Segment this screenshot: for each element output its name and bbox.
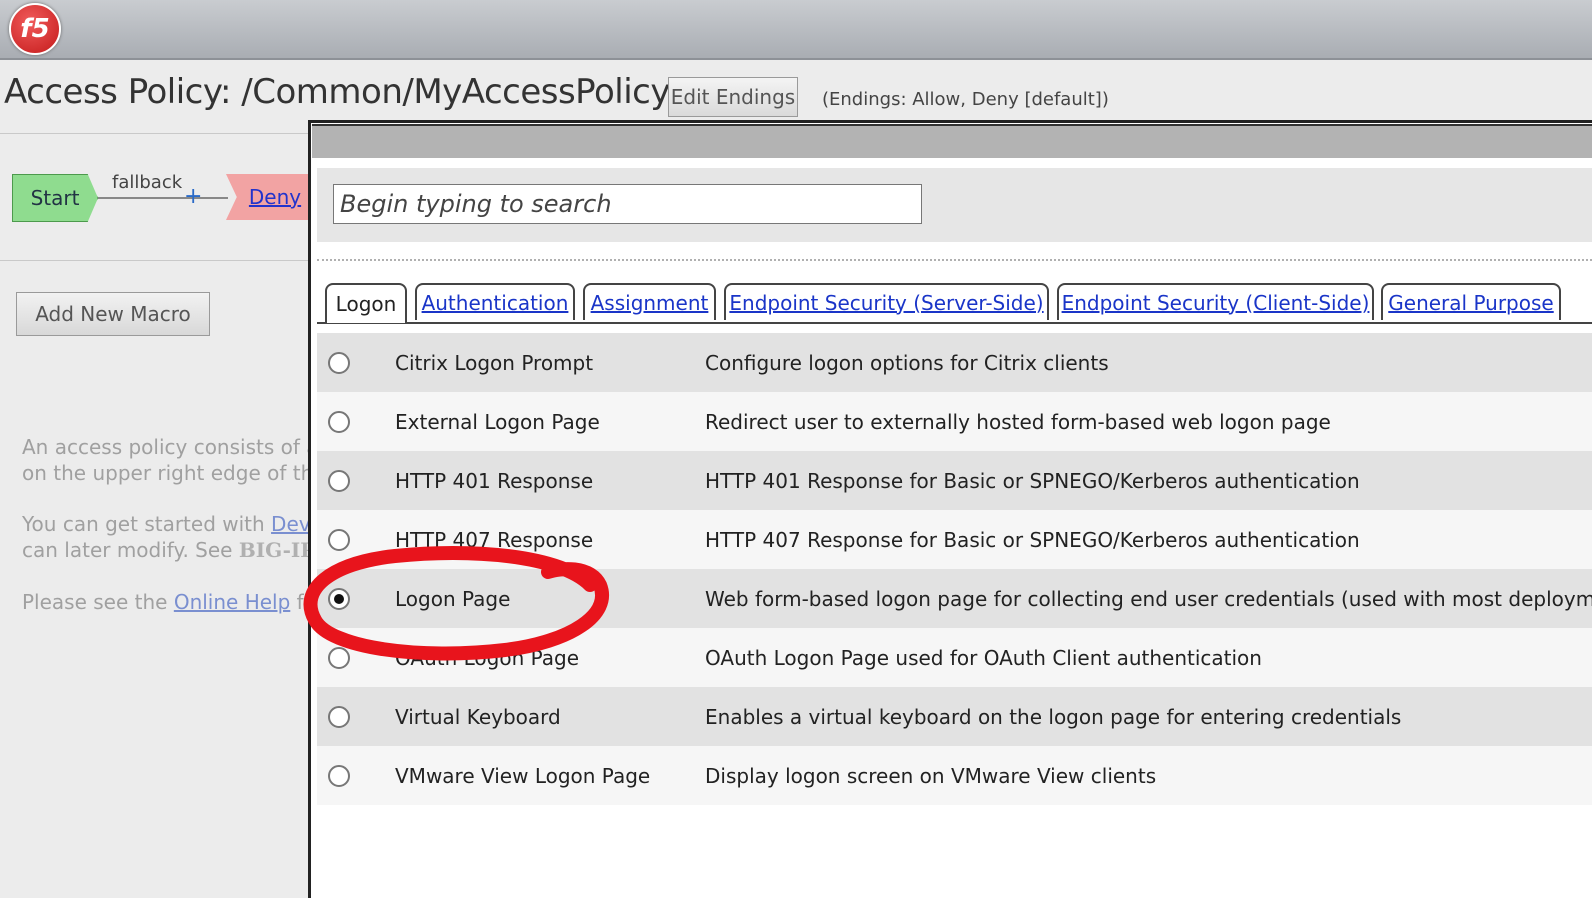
edit-endings-button[interactable]: Edit Endings [668,77,798,117]
online-help-link[interactable]: Online Help [174,590,290,614]
item-row-citrix-logon-prompt[interactable]: Citrix Logon Prompt Configure logon opti… [317,333,1592,392]
item-row-external-logon-page[interactable]: External Logon Page Redirect user to ext… [317,392,1592,451]
search-input[interactable] [333,184,922,224]
item-description: Display logon screen on VMware View clie… [705,763,1157,788]
radio-button[interactable] [328,646,350,669]
add-item-plus-button[interactable]: + [184,184,202,209]
radio-button[interactable] [328,764,350,787]
divider [0,133,310,134]
help-line: You can get started with Devi [22,511,312,537]
radio-button[interactable] [328,410,350,433]
dotted-separator [317,259,1592,261]
radio-button[interactable] [328,705,350,728]
help-text-3: Please see the Online Help fo [22,590,312,614]
item-row-logon-page[interactable]: Logon Page Web form-based logon page for… [317,569,1592,628]
item-name: HTTP 401 Response [395,468,594,493]
item-row-virtual-keyboard[interactable]: Virtual Keyboard Enables a virtual keybo… [317,687,1592,746]
item-name: OAuth Logon Page [395,645,580,670]
flow-start-node[interactable]: Start [12,174,98,222]
flow-connector [98,197,228,199]
radio-button[interactable] [328,528,350,551]
item-list: Citrix Logon Prompt Configure logon opti… [317,333,1592,805]
dialog-header [312,124,1592,158]
page-title: Access Policy: /Common/MyAccessPolicy [4,72,670,112]
item-description: Redirect user to externally hosted form-… [705,409,1331,434]
tab-general-purpose[interactable]: General Purpose [1381,283,1561,320]
tab-logon[interactable]: Logon [325,283,407,323]
item-name: External Logon Page [395,409,600,434]
item-description: HTTP 401 Response for Basic or SPNEGO/Ke… [705,468,1360,493]
item-name: Logon Page [395,586,511,611]
item-description: Enables a virtual keyboard on the logon … [705,704,1402,729]
item-description: Configure logon options for Citrix clien… [705,350,1109,375]
radio-button[interactable] [328,469,350,492]
tab-endpoint-client[interactable]: Endpoint Security (Client-Side) [1057,283,1374,320]
radio-button[interactable] [328,351,350,374]
item-name: HTTP 407 Response [395,527,594,552]
item-row-http-401-response[interactable]: HTTP 401 Response HTTP 401 Response for … [317,451,1592,510]
item-row-oauth-logon-page[interactable]: OAuth Logon Page OAuth Logon Page used f… [317,628,1592,687]
item-name: Citrix Logon Prompt [395,350,594,375]
tab-assignment[interactable]: Assignment [583,283,716,320]
top-bar: f5 [0,0,1592,60]
flow-branch-label: fallback [112,172,183,193]
endings-note: (Endings: Allow, Deny [default]) [822,89,1109,110]
help-line: can later modify. See BIG-IP [22,538,312,562]
flow-deny-node[interactable]: Deny [226,174,316,220]
divider [0,260,310,261]
item-row-http-407-response[interactable]: HTTP 407 Response HTTP 407 Response for … [317,510,1592,569]
add-new-macro-button[interactable]: Add New Macro [16,292,210,336]
help-text-1: An access policy consists of a on the up… [22,434,312,486]
item-name: VMware View Logon Page [395,763,651,788]
tab-endpoint-server[interactable]: Endpoint Security (Server-Side) [724,283,1049,320]
item-description: OAuth Logon Page used for OAuth Client a… [705,645,1262,670]
help-line: An access policy consists of a [22,435,312,459]
item-name: Virtual Keyboard [395,704,561,729]
devices-link[interactable]: Devi [271,512,312,536]
radio-button-selected[interactable] [328,587,350,610]
tab-authentication[interactable]: Authentication [415,283,575,320]
help-text-2: You can get started with Devi can later … [22,511,312,563]
item-description: HTTP 407 Response for Basic or SPNEGO/Ke… [705,527,1360,552]
f5-logo: f5 [9,3,61,55]
item-description: Web form-based logon page for collecting… [705,586,1592,611]
item-row-vmware-view-logon-page[interactable]: VMware View Logon Page Display logon scr… [317,746,1592,805]
help-line: on the upper right edge of the [22,461,312,485]
